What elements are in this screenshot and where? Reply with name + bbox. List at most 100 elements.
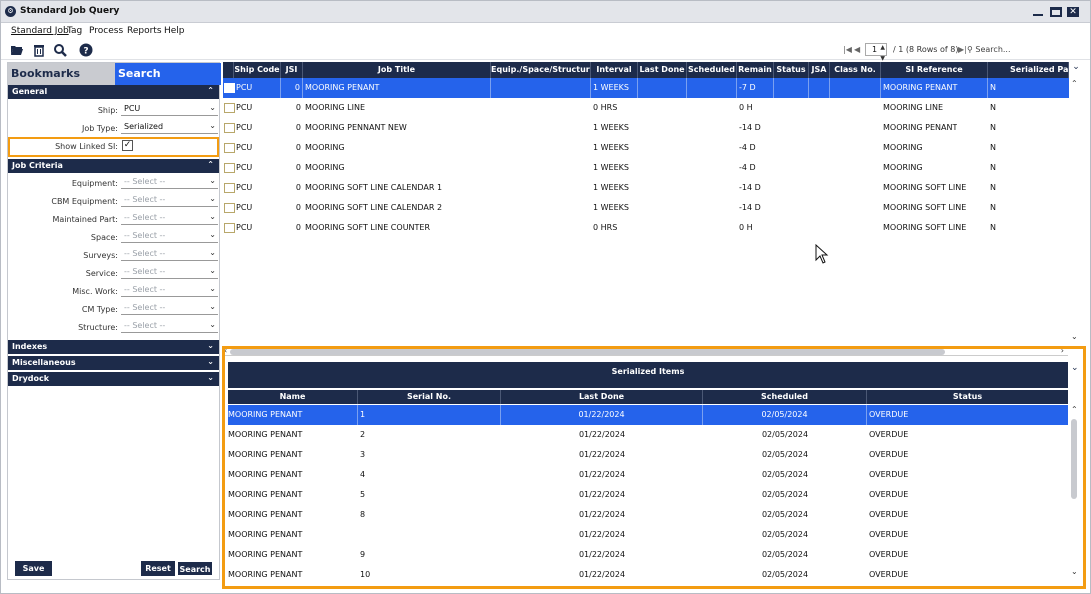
structure-label: Structure:	[78, 323, 118, 332]
col-interval[interactable]: Interval	[591, 62, 638, 78]
col-status[interactable]: Status	[774, 62, 809, 78]
section-job-criteria[interactable]: Job Criteria ⌃	[8, 159, 219, 173]
col-si-reference[interactable]: SI Reference	[881, 62, 988, 78]
misc-work-label: Misc. Work:	[72, 287, 118, 296]
table-row[interactable]: MOORING PENANT 3 01/22/2024 02/05/2024 O…	[228, 445, 1068, 465]
collapse-chevron-icon[interactable]: ⌃	[207, 86, 214, 95]
table-row[interactable]: MOORING PENANT 5 01/22/2024 02/05/2024 O…	[228, 485, 1068, 505]
col-scheduled[interactable]: Scheduled	[703, 390, 867, 404]
maintained-part-select[interactable]: -- Select -- ⌄	[121, 211, 218, 225]
col-last-done[interactable]: Last Done	[638, 62, 687, 78]
col-scheduled[interactable]: Scheduled	[687, 62, 737, 78]
page-number-input[interactable]: 1 ▲ ▼	[865, 43, 887, 62]
minimize-button[interactable]	[1032, 7, 1044, 17]
surveys-select[interactable]: -- Select -- ⌄	[121, 247, 218, 261]
col-name[interactable]: Name	[228, 390, 358, 404]
menu-process[interactable]: Process	[89, 26, 123, 36]
save-button[interactable]: Save	[15, 561, 52, 576]
job-type-label: Job Type:	[82, 124, 118, 133]
section-indexes[interactable]: Indexes ⌄	[8, 340, 219, 354]
highlight-show-linked	[8, 137, 219, 157]
column-chooser-icon[interactable]: ⌄	[1070, 62, 1082, 78]
open-folder-icon[interactable]	[10, 43, 24, 57]
col-jsi[interactable]: JSI	[281, 62, 303, 78]
menu-help[interactable]: Help	[164, 26, 185, 36]
col-class-no[interactable]: Class No.	[830, 62, 881, 78]
col-jsa[interactable]: JSA	[809, 62, 830, 78]
col-serial-no[interactable]: Serial No.	[358, 390, 501, 404]
menu-standard-job[interactable]: Standard Job	[11, 26, 69, 36]
col-ship-code[interactable]: Ship Code	[234, 62, 281, 78]
table-row[interactable]: PCU 0 MOORING PENNANT NEW 1 WEEKS -14 D …	[223, 118, 1069, 138]
help-icon[interactable]: ?	[79, 43, 93, 57]
scrollbar-thumb[interactable]	[1071, 419, 1077, 499]
scroll-up-icon[interactable]: ⌃	[1071, 405, 1078, 414]
next-page-icon[interactable]: ▶|	[958, 45, 967, 54]
expand-chevron-icon[interactable]: ⌄	[207, 373, 214, 382]
cm-type-label: CM Type:	[81, 305, 118, 314]
scroll-up-icon[interactable]: ⌃	[1071, 79, 1078, 88]
col-equip-space[interactable]: Equip./Space/Structure	[491, 62, 591, 78]
structure-select[interactable]: -- Select -- ⌄	[121, 319, 218, 333]
search-button[interactable]: Search	[177, 561, 213, 576]
table-row[interactable]: PCU 0 MOORING SOFT LINE COUNTER 0 HRS 0 …	[223, 218, 1069, 238]
first-page-icon[interactable]: |◀	[843, 45, 852, 54]
cbm-equipment-select[interactable]: -- Select -- ⌄	[121, 193, 218, 207]
grid-search-input[interactable]: ⚲ Search...	[967, 43, 1077, 57]
equipment-select[interactable]: -- Select -- ⌄	[121, 175, 218, 189]
prev-page-icon[interactable]: ◀	[854, 45, 860, 54]
section-miscellaneous[interactable]: Miscellaneous ⌄	[8, 356, 219, 370]
table-row[interactable]: MOORING PENANT 01/22/2024 02/05/2024 OVE…	[228, 525, 1068, 545]
cm-type-select[interactable]: -- Select -- ⌄	[121, 301, 218, 315]
maximize-button[interactable]	[1050, 7, 1062, 17]
expand-chevron-icon[interactable]: ⌄	[207, 357, 214, 366]
table-row[interactable]: MOORING PENANT 10 01/22/2024 02/05/2024 …	[228, 565, 1068, 583]
jobs-grid-header: Ship Code JSI Job Title Equip./Space/Str…	[223, 62, 1069, 78]
table-row[interactable]: MOORING PENANT 1 01/22/2024 02/05/2024 O…	[228, 405, 1068, 425]
expand-chevron-icon[interactable]: ⌄	[207, 341, 214, 350]
surveys-label: Surveys:	[83, 251, 118, 260]
app-window: ⚙ Standard Job Query ✕ Standard Job Tag …	[0, 0, 1091, 594]
col-job-title[interactable]: Job Title	[303, 62, 491, 78]
job-type-select[interactable]: Serialized ⌄	[121, 120, 218, 134]
table-row[interactable]: PCU 0 MOORING 1 WEEKS -4 D MOORING N	[223, 138, 1069, 158]
select-all-header[interactable]	[223, 62, 234, 78]
table-row[interactable]: MOORING PENANT 4 01/22/2024 02/05/2024 O…	[228, 465, 1068, 485]
scroll-down-icon[interactable]: ⌄	[1071, 567, 1078, 576]
scroll-down-icon[interactable]: ⌄	[1071, 332, 1078, 341]
delete-icon[interactable]	[32, 43, 46, 57]
reset-button[interactable]: Reset	[141, 561, 175, 576]
table-row[interactable]: PCU 0 MOORING 1 WEEKS -4 D MOORING N	[223, 158, 1069, 178]
tab-bookmarks[interactable]: Bookmarks	[8, 63, 115, 85]
col-status[interactable]: Status	[867, 390, 1068, 404]
app-logo-icon: ⚙	[5, 6, 16, 17]
section-general[interactable]: General ⌃	[8, 85, 219, 99]
col-serialized-part[interactable]: Serialized Part	[988, 62, 1069, 78]
collapse-chevron-icon[interactable]: ⌃	[207, 160, 214, 169]
menu-tag[interactable]: Tag	[67, 26, 82, 36]
chevron-down-icon: ⌄	[209, 103, 216, 112]
table-row[interactable]: MOORING PENANT 9 01/22/2024 02/05/2024 O…	[228, 545, 1068, 565]
search-icon[interactable]	[53, 43, 67, 57]
table-row[interactable]: PCU 0 MOORING PENANT 1 WEEKS -7 D MOORIN…	[223, 78, 1069, 98]
table-row[interactable]: PCU 0 MOORING SOFT LINE CALENDAR 2 1 WEE…	[223, 198, 1069, 218]
table-row[interactable]: PCU 0 MOORING SOFT LINE CALENDAR 1 1 WEE…	[223, 178, 1069, 198]
table-row[interactable]: MOORING PENANT 2 01/22/2024 02/05/2024 O…	[228, 425, 1068, 445]
collapse-panel-icon[interactable]: ⌄	[1071, 363, 1079, 373]
ship-select[interactable]: PCU ⌄	[121, 102, 218, 116]
page-summary: / 1 (8 Rows of 8)	[893, 45, 959, 54]
service-select[interactable]: -- Select -- ⌄	[121, 265, 218, 279]
svg-text:?: ?	[83, 47, 88, 57]
space-select[interactable]: -- Select -- ⌄	[121, 229, 218, 243]
close-button[interactable]: ✕	[1067, 7, 1079, 17]
menu-reports[interactable]: Reports	[127, 26, 162, 36]
section-drydock[interactable]: Drydock ⌄	[8, 372, 219, 386]
stepper-icon[interactable]: ▲ ▼	[880, 42, 885, 64]
table-row[interactable]: MOORING PENANT 8 01/22/2024 02/05/2024 O…	[228, 505, 1068, 525]
col-last-done[interactable]: Last Done	[501, 390, 703, 404]
col-remain[interactable]: Remain	[737, 62, 774, 78]
table-row[interactable]: PCU 0 MOORING LINE 0 HRS 0 H MOORING LIN…	[223, 98, 1069, 118]
misc-work-select[interactable]: -- Select -- ⌄	[121, 283, 218, 297]
tab-search[interactable]: Search	[115, 63, 221, 85]
serialized-vertical-scrollbar[interactable]: ⌃ ⌄	[1069, 405, 1079, 581]
